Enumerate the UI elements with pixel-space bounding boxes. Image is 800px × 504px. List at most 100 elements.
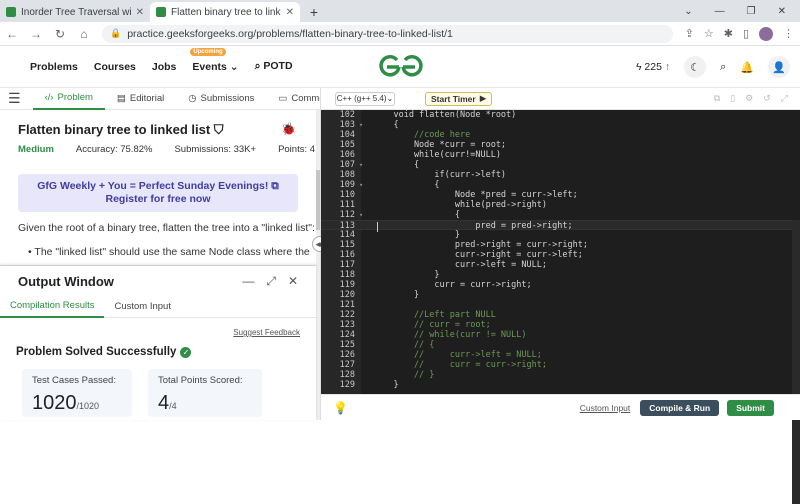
- fold-arrow-icon[interactable]: ▾: [359, 180, 363, 190]
- code-editor[interactable]: 102 void flatten(Node *root) 103 ▾ {104 //…: [321, 110, 800, 504]
- tab-editorial[interactable]: ▤ Editorial: [105, 88, 176, 110]
- chevron-down-icon[interactable]: ⌄: [684, 6, 692, 17]
- line-number: 125: [339, 340, 355, 350]
- dark-mode-icon[interactable]: ☾: [684, 56, 707, 78]
- close-tab-icon[interactable]: ✕: [286, 7, 294, 18]
- code-line[interactable]: 128 // }: [321, 370, 800, 380]
- settings-icon[interactable]: ⚙: [745, 93, 753, 104]
- code-line[interactable]: 117 curr->left = NULL;: [321, 260, 800, 270]
- menu-problems[interactable]: Problems: [30, 61, 78, 73]
- minimize-icon[interactable]: —: [242, 274, 254, 289]
- profile-avatar[interactable]: [759, 26, 773, 41]
- gfg-logo[interactable]: [376, 54, 426, 80]
- code-line[interactable]: 129 }: [321, 380, 800, 390]
- file-icon[interactable]: ▯: [730, 93, 735, 104]
- arrow-up-icon: ↑: [661, 61, 671, 73]
- code-line[interactable]: 120 }: [321, 290, 800, 300]
- code-line[interactable]: 110 Node *pred = curr->left;: [321, 190, 800, 200]
- banner-line1: GfG Weekly + You = Perfect Sunday Evenin…: [18, 180, 298, 193]
- bookmark-star-icon[interactable]: ☆: [704, 27, 714, 40]
- code-line[interactable]: 102 void flatten(Node *root): [321, 110, 800, 120]
- line-number: 122: [339, 310, 355, 320]
- tab-problem[interactable]: ‹/› Problem: [32, 88, 105, 110]
- tab-compilation-results[interactable]: Compilation Results: [0, 296, 105, 318]
- menu-jobs[interactable]: Jobs: [152, 61, 177, 73]
- line-number: 127: [339, 360, 355, 370]
- bell-icon[interactable]: 🔔: [740, 61, 754, 74]
- code-line[interactable]: 114 }: [321, 230, 800, 240]
- more-menu-icon[interactable]: ⋮: [783, 27, 794, 40]
- code-line[interactable]: 109 ▾ {: [321, 180, 800, 190]
- code-line[interactable]: 127 // curr = curr->right;: [321, 360, 800, 370]
- language-select[interactable]: C++ (g++ 5.4) ⌄: [335, 91, 395, 106]
- reset-icon[interactable]: ↺: [763, 93, 771, 104]
- code-line[interactable]: 105 Node *curr = root;: [321, 140, 800, 150]
- suggest-feedback-link[interactable]: Suggest Feedback: [233, 328, 300, 337]
- menu-potd[interactable]: ⌕ POTD: [255, 60, 293, 73]
- promo-banner[interactable]: GfG Weekly + You = Perfect Sunday Evenin…: [18, 174, 298, 212]
- code-line[interactable]: 106 while(curr!=NULL): [321, 150, 800, 160]
- search-icon[interactable]: ⌕: [720, 61, 726, 74]
- tab-custom-input[interactable]: Custom Input: [104, 296, 181, 318]
- forward-icon[interactable]: →: [30, 27, 42, 41]
- code-line[interactable]: 107 ▾ {: [321, 160, 800, 170]
- code-text: pred->right = curr->right;: [373, 240, 588, 250]
- menu-courses[interactable]: Courses: [94, 61, 136, 73]
- reload-icon[interactable]: ↻: [54, 27, 66, 41]
- tab-submissions[interactable]: ◷ Submissions: [176, 88, 266, 110]
- copy-icon[interactable]: ⧉: [714, 93, 720, 104]
- code-text: {: [373, 120, 399, 130]
- bookmark-icon[interactable]: ⛉: [214, 122, 224, 137]
- menu-events[interactable]: Upcoming Events ⌄: [190, 47, 239, 73]
- code-line[interactable]: 118 }: [321, 270, 800, 280]
- close-icon[interactable]: ✕: [288, 274, 298, 289]
- code-line[interactable]: 104 //code here: [321, 130, 800, 140]
- output-title: Output Window: [18, 273, 114, 289]
- sidebar-icon[interactable]: ▯: [743, 27, 749, 40]
- lightbulb-icon[interactable]: 💡: [333, 401, 348, 415]
- fold-arrow-icon[interactable]: ▾: [359, 120, 363, 130]
- code-line[interactable]: 116 curr->right = curr->left;: [321, 250, 800, 260]
- fold-arrow-icon[interactable]: ▾: [359, 210, 363, 220]
- user-avatar[interactable]: 👤: [768, 56, 790, 78]
- browser-tab-1[interactable]: Inorder Tree Traversal without re ✕: [0, 2, 150, 22]
- code-line[interactable]: 123 // curr = root;: [321, 320, 800, 330]
- browser-tab-2[interactable]: Flatten binary tree to linked list | ✕: [150, 2, 300, 22]
- code-line[interactable]: 111 while(pred->right): [321, 200, 800, 210]
- home-icon[interactable]: ⌂: [78, 27, 90, 41]
- share-icon[interactable]: ⇪: [685, 27, 694, 40]
- code-line[interactable]: 122 //Left part NULL: [321, 310, 800, 320]
- expand-icon[interactable]: ⤢: [266, 274, 276, 289]
- custom-input-link[interactable]: Custom Input: [580, 403, 631, 413]
- code-line[interactable]: 126 // curr->left = NULL;: [321, 350, 800, 360]
- code-line[interactable]: 121: [321, 300, 800, 310]
- line-number: 124: [339, 330, 355, 340]
- code-line[interactable]: 125 // {: [321, 340, 800, 350]
- bug-report-icon[interactable]: 🐞: [281, 122, 296, 136]
- hamburger-menu-icon[interactable]: ☰: [8, 90, 21, 107]
- minimize-icon[interactable]: —: [715, 6, 725, 17]
- code-line[interactable]: 119 curr = curr->right;: [321, 280, 800, 290]
- code-line[interactable]: 113 pred = pred->right;: [321, 220, 800, 231]
- fold-arrow-icon[interactable]: ▾: [359, 160, 363, 170]
- maximize-icon[interactable]: ❐: [747, 6, 756, 17]
- close-tab-icon[interactable]: ✕: [136, 7, 144, 18]
- code-line[interactable]: 108 if(curr->left): [321, 170, 800, 180]
- compile-run-button[interactable]: Compile & Run: [640, 399, 720, 416]
- line-number: 104: [339, 130, 355, 140]
- back-icon[interactable]: ←: [6, 27, 18, 41]
- fullscreen-icon[interactable]: ⤢: [781, 93, 788, 104]
- code-line[interactable]: 115 pred->right = curr->right;: [321, 240, 800, 250]
- editor-scrollbar[interactable]: [792, 220, 800, 504]
- submit-button[interactable]: Submit: [727, 399, 774, 416]
- url-field[interactable]: 🔒 practice.geeksforgeeks.org/problems/fl…: [102, 24, 673, 43]
- new-tab-button[interactable]: +: [304, 2, 324, 22]
- code-line[interactable]: 112 ▾ {: [321, 210, 800, 220]
- code-line[interactable]: 103 ▾ {: [321, 120, 800, 130]
- start-timer-button[interactable]: Start Timer ▶: [425, 91, 493, 106]
- extensions-icon[interactable]: ✱: [724, 27, 733, 40]
- close-window-icon[interactable]: ✕: [778, 6, 786, 17]
- streak-counter[interactable]: ϟ 225 ↑: [636, 61, 670, 73]
- code-line[interactable]: 124 // while(curr != NULL): [321, 330, 800, 340]
- code-text: // {: [373, 340, 435, 350]
